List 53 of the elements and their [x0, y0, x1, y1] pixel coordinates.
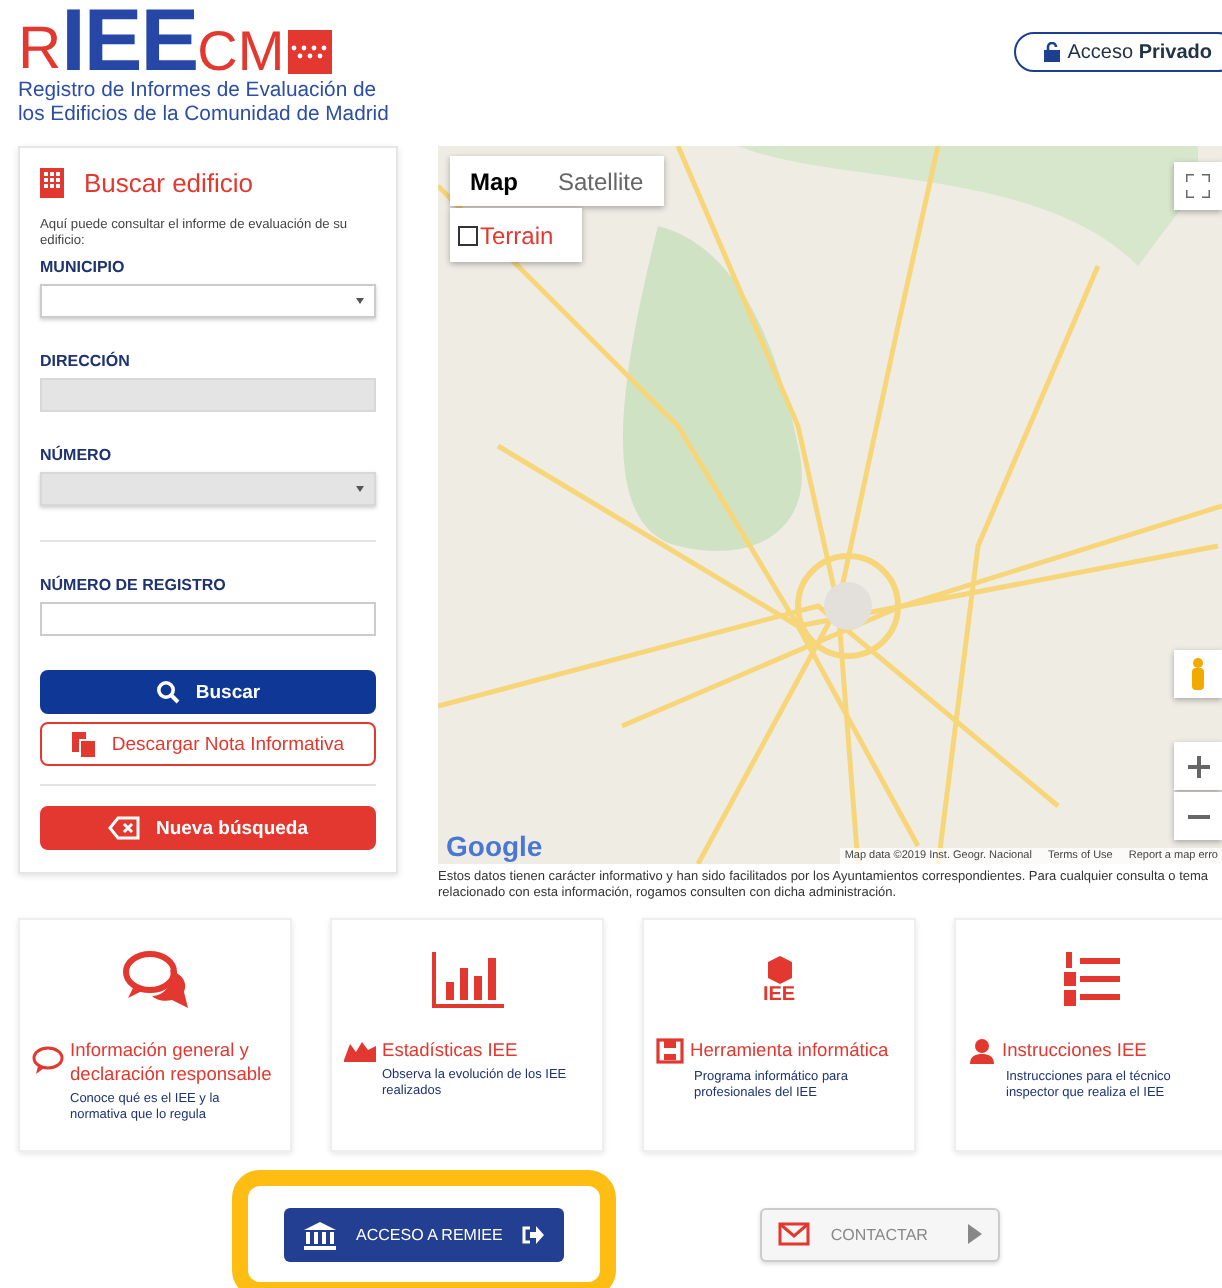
- map-type-tab[interactable]: Map: [450, 156, 538, 206]
- input-field[interactable]: [40, 602, 376, 636]
- building-icon: [40, 168, 64, 198]
- zoom-out-button[interactable]: [1174, 792, 1222, 840]
- card-title: Información general y declaración responsable: [70, 1038, 274, 1086]
- document-icon: [71, 731, 96, 757]
- fullscreen-icon: [1186, 174, 1210, 198]
- field-label: NÚMERO DE REGISTRO: [40, 576, 226, 594]
- terrain-checkbox[interactable]: [458, 225, 478, 245]
- backspace-icon: [107, 816, 140, 840]
- padlock-icon: [1043, 42, 1060, 62]
- pegman-button[interactable]: [1174, 650, 1222, 698]
- reset-button[interactable]: Nueva búsqueda: [40, 806, 376, 850]
- caret-icon: [356, 486, 364, 492]
- caret-icon: [356, 298, 364, 304]
- speech-bubble-icon: [32, 1046, 64, 1074]
- map-logo: Google: [446, 830, 543, 862]
- pegman-icon: [1190, 658, 1206, 690]
- bar-chart-icon: [431, 952, 503, 1008]
- bank-icon: [304, 1221, 336, 1249]
- zoom-in-button[interactable]: [1174, 742, 1222, 790]
- chat-bubbles-icon: [121, 950, 189, 1010]
- sign-out-icon: [522, 1226, 545, 1244]
- plus-icon: [1187, 755, 1209, 777]
- panel-title: Buscar edificio: [84, 168, 254, 198]
- envelope-icon: [778, 1222, 811, 1246]
- minus-icon: [1187, 813, 1209, 819]
- fullscreen-button[interactable]: [1174, 162, 1222, 210]
- logo-text: R: [18, 20, 62, 80]
- search-button[interactable]: Buscar: [40, 670, 376, 714]
- logo-subtitle: los Edificios de la Comunidad de Madrid: [18, 104, 389, 128]
- card-title: Herramienta informática: [690, 1038, 889, 1062]
- logo-subtitle: Registro de Informes de Evaluación de: [18, 80, 379, 104]
- download-button[interactable]: Descargar Nota Informativa: [40, 722, 376, 766]
- terrain-label: Terrain: [480, 221, 554, 249]
- field-label: DIRECCIÓN: [40, 352, 130, 370]
- logo-text: CM: [197, 24, 285, 80]
- remiee-access-button[interactable]: ACCESO A REMIEE: [284, 1208, 565, 1262]
- map-type-tab[interactable]: Satellite: [538, 156, 664, 206]
- cube-icon: [767, 955, 791, 983]
- select-field[interactable]: [40, 284, 376, 318]
- numbered-list-icon: [1063, 952, 1119, 1008]
- field-label: MUNICIPIO: [40, 258, 125, 276]
- logo-text: IEE: [61, 4, 198, 80]
- card-title: Estadísticas IEE: [382, 1038, 518, 1062]
- private-access-button[interactable]: Acceso Privado: [1013, 32, 1222, 72]
- icon-caption: IEE: [762, 983, 796, 1005]
- area-chart-icon: [344, 1038, 376, 1062]
- card-title: Instrucciones IEE: [1002, 1038, 1147, 1062]
- search-icon: [155, 680, 180, 704]
- person-icon: [968, 1038, 996, 1064]
- field-label: NÚMERO: [40, 446, 112, 464]
- play-icon: [967, 1224, 982, 1244]
